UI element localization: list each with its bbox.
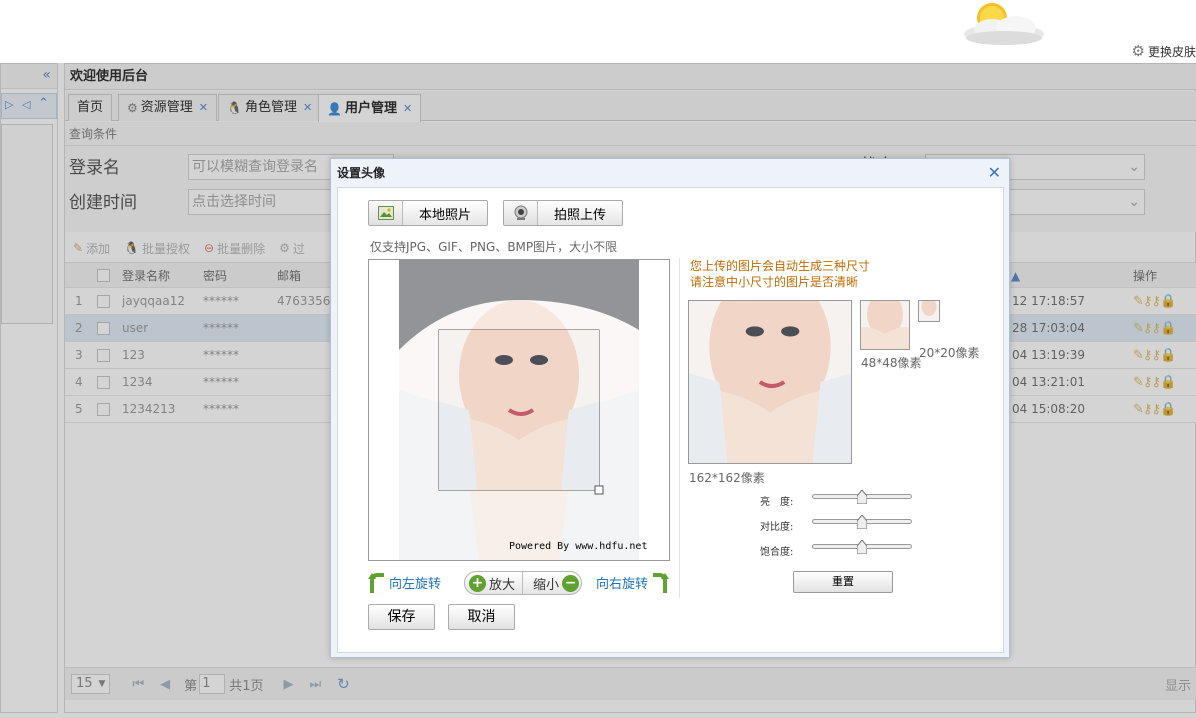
saturation-slider[interactable] bbox=[812, 540, 912, 554]
rotate-left-button[interactable]: 向左旋转 bbox=[368, 571, 441, 593]
preview-medium-image bbox=[861, 301, 909, 349]
preview-small-image bbox=[919, 301, 939, 321]
saturation-label: 饱合度: bbox=[760, 547, 794, 558]
size-info-text: 您上传的图片会自动生成三种尺寸 请注意中小尺寸的图片是否清晰 bbox=[690, 258, 870, 290]
rotate-right-label: 向右旋转 bbox=[596, 576, 649, 592]
picture-icon bbox=[369, 201, 403, 225]
rotate-right-button[interactable]: 向右旋转 bbox=[596, 571, 670, 593]
dialog-title: 设置头像 bbox=[337, 166, 386, 180]
save-button[interactable]: 保存 bbox=[368, 604, 435, 630]
crop-area[interactable]: Powered By www.hdfu.net bbox=[368, 259, 670, 561]
info-line-2: 请注意中小尺寸的图片是否清晰 bbox=[690, 275, 859, 289]
zoom-out-label: 缩小 bbox=[533, 577, 560, 593]
vertical-divider bbox=[679, 258, 680, 598]
info-line-1: 您上传的图片会自动生成三种尺寸 bbox=[690, 259, 871, 273]
set-avatar-dialog: 设置头像 ✕ 本地照片 拍照上传 仅支持JPG、GIF、PNG、BMP图片，大小… bbox=[330, 158, 1010, 658]
brightness-label: 亮 度: bbox=[760, 497, 794, 508]
slider-thumb[interactable] bbox=[857, 515, 867, 529]
preview-small bbox=[918, 300, 940, 322]
preview-medium bbox=[860, 300, 910, 350]
size-large-caption: 162*162像素 bbox=[689, 471, 765, 485]
zoom-control: + 放大 缩小 − bbox=[464, 571, 582, 595]
cancel-button[interactable]: 取消 bbox=[448, 604, 515, 630]
plus-icon: + bbox=[469, 574, 486, 592]
top-header: ⚙ 更换皮肤 bbox=[0, 0, 1196, 63]
slider-thumb[interactable] bbox=[857, 490, 867, 504]
zoom-out-button[interactable]: 缩小 − bbox=[523, 572, 580, 594]
weather-icon bbox=[964, 3, 1044, 45]
slider-thumb[interactable] bbox=[857, 540, 867, 554]
zoom-in-button[interactable]: + 放大 bbox=[465, 572, 523, 594]
preview-large-image bbox=[689, 301, 851, 463]
minus-icon: − bbox=[562, 574, 580, 592]
preview-large bbox=[688, 300, 852, 464]
watermark-text: Powered By www.hdfu.net bbox=[509, 541, 647, 552]
dialog-body: 本地照片 拍照上传 仅支持JPG、GIF、PNG、BMP图片，大小不限 Powe… bbox=[337, 187, 1004, 653]
source-photo: Powered By www.hdfu.net bbox=[369, 260, 669, 560]
contrast-slider[interactable] bbox=[812, 515, 912, 529]
webcam-icon bbox=[504, 201, 538, 225]
rotate-left-label: 向左旋转 bbox=[389, 576, 442, 592]
size-medium-caption: 48*48像素 bbox=[861, 356, 922, 370]
gear-icon: ⚙ bbox=[1131, 42, 1145, 60]
reset-button[interactable]: 重置 bbox=[793, 571, 893, 593]
camera-upload-button[interactable]: 拍照上传 bbox=[503, 200, 623, 226]
rotate-left-icon bbox=[368, 573, 384, 593]
contrast-label: 对比度: bbox=[760, 522, 794, 533]
size-small-caption: 20*20像素 bbox=[919, 346, 980, 360]
change-skin-label: 更换皮肤 bbox=[1147, 44, 1196, 59]
zoom-in-label: 放大 bbox=[489, 577, 516, 593]
supported-formats-hint: 仅支持JPG、GIF、PNG、BMP图片，大小不限 bbox=[370, 240, 618, 254]
close-icon[interactable]: ✕ bbox=[988, 161, 1001, 185]
camera-upload-label: 拍照上传 bbox=[553, 207, 606, 223]
local-photo-label: 本地照片 bbox=[418, 207, 471, 223]
rotate-right-icon bbox=[653, 573, 670, 593]
local-photo-button[interactable]: 本地照片 bbox=[368, 200, 488, 226]
change-skin-button[interactable]: ⚙ 更换皮肤 bbox=[1132, 42, 1196, 60]
brightness-slider[interactable] bbox=[812, 490, 912, 504]
